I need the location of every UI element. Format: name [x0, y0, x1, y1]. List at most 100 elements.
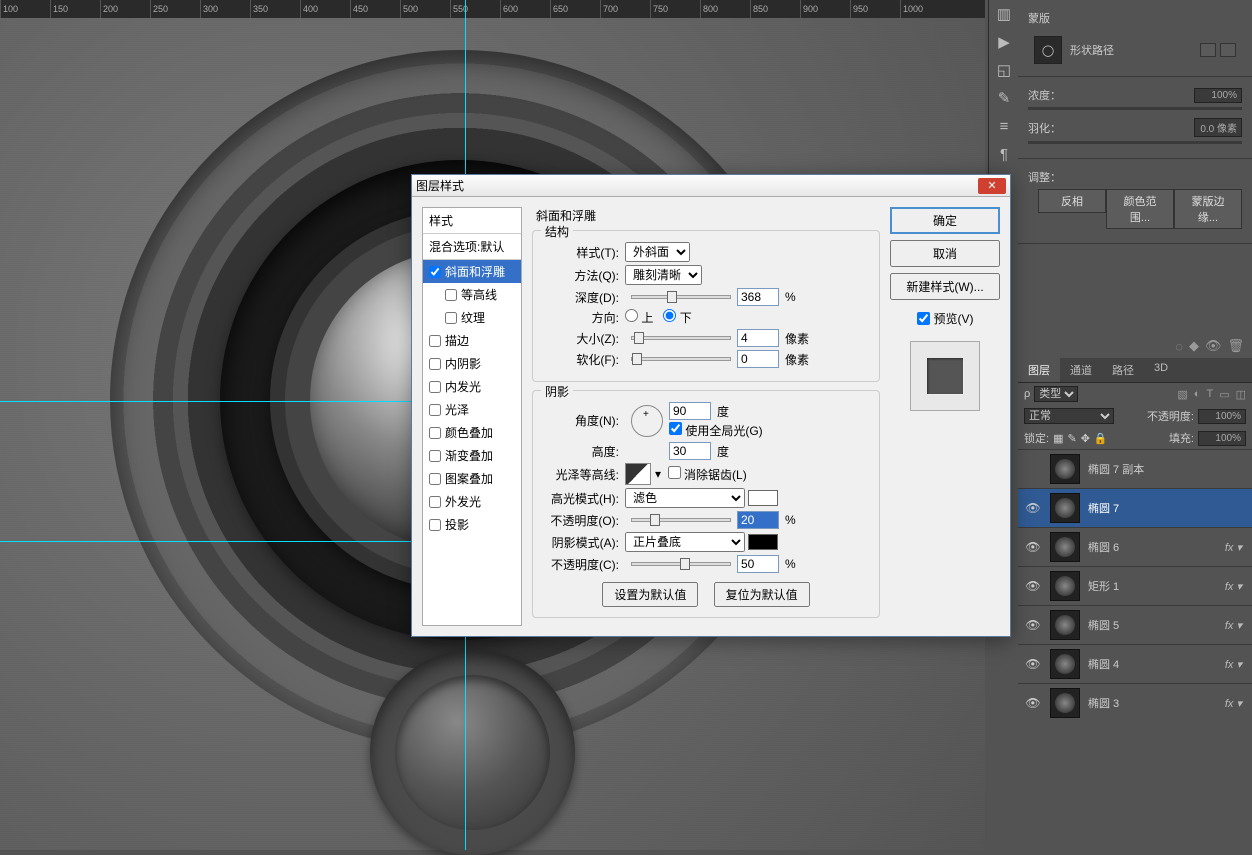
density-value[interactable]: 100% — [1194, 88, 1242, 103]
soften-input[interactable] — [737, 350, 779, 368]
shadow-color-swatch[interactable] — [748, 534, 778, 550]
invert-button[interactable]: 反相 — [1038, 189, 1106, 213]
visibility-eye-icon[interactable]: 👁 — [1024, 501, 1042, 515]
filter-kind-select[interactable]: 类型 — [1034, 386, 1078, 402]
ok-button[interactable]: 确定 — [890, 207, 1000, 234]
layer-thumbnail[interactable] — [1050, 649, 1080, 679]
preview-checkbox[interactable] — [917, 312, 930, 325]
new-style-button[interactable]: 新建样式(W)... — [890, 273, 1000, 300]
filter-smart-icon[interactable]: ◫ — [1236, 388, 1246, 401]
layer-row[interactable]: 👁椭圆 4fx ▾ — [1018, 644, 1252, 683]
layer-row[interactable]: 👁椭圆 7 — [1018, 488, 1252, 527]
vector-mask-icon[interactable] — [1220, 43, 1236, 57]
lock-position-icon[interactable]: ✥ — [1081, 432, 1090, 445]
shadow-opacity-input[interactable] — [737, 555, 779, 573]
layer-thumbnail[interactable] — [1050, 571, 1080, 601]
highlight-mode-select[interactable]: 滤色 — [625, 488, 745, 508]
navigator-icon[interactable]: ◱ — [989, 56, 1019, 84]
soften-slider[interactable] — [631, 357, 731, 361]
style-type-select[interactable]: 外斜面 — [625, 242, 690, 262]
pixel-mask-icon[interactable] — [1200, 43, 1216, 57]
antialias-checkbox[interactable]: 消除锯齿(L) — [668, 466, 747, 483]
feather-value[interactable]: 0.0 像素 — [1194, 118, 1242, 137]
visibility-eye-icon[interactable]: 👁 — [1024, 657, 1042, 671]
layer-row[interactable]: 椭圆 7 副本 — [1018, 449, 1252, 488]
eye-icon[interactable]: 👁 — [1205, 338, 1222, 354]
style-item[interactable]: 外发光 — [423, 490, 521, 513]
tab-channels[interactable]: 通道 — [1060, 358, 1102, 382]
style-item[interactable]: 内阴影 — [423, 352, 521, 375]
gloss-contour-picker[interactable] — [625, 463, 651, 485]
paragraph-icon[interactable]: ¶ — [989, 140, 1019, 168]
adjustments-icon[interactable]: ≡ — [989, 112, 1019, 140]
lock-all-icon[interactable]: 🔒 — [1094, 432, 1108, 445]
play-icon[interactable]: ▶ — [989, 28, 1019, 56]
cancel-button[interactable]: 取消 — [890, 240, 1000, 267]
mask-edge-button[interactable]: 蒙版边缘... — [1174, 189, 1242, 229]
layer-thumbnail[interactable] — [1050, 688, 1080, 718]
fx-indicator[interactable]: fx ▾ — [1225, 697, 1246, 710]
lock-paint-icon[interactable]: ✎ — [1067, 432, 1076, 445]
apply-mask-icon[interactable]: ◆ — [1189, 338, 1199, 354]
blending-options[interactable]: 混合选项:默认 — [423, 234, 521, 260]
styles-header[interactable]: 样式 — [423, 208, 521, 234]
depth-slider[interactable] — [631, 295, 731, 299]
opacity-value[interactable]: 100% — [1198, 409, 1246, 424]
direction-up-radio[interactable]: 上 — [625, 309, 653, 326]
make-default-button[interactable]: 设置为默认值 — [602, 582, 698, 607]
layer-thumbnail[interactable] — [1050, 454, 1080, 484]
layer-thumbnail[interactable] — [1050, 493, 1080, 523]
fx-indicator[interactable]: fx ▾ — [1225, 580, 1246, 593]
reset-default-button[interactable]: 复位为默认值 — [714, 582, 810, 607]
fx-indicator[interactable]: fx ▾ — [1225, 619, 1246, 632]
feather-slider[interactable] — [1028, 141, 1242, 144]
visibility-eye-icon[interactable]: 👁 — [1024, 618, 1042, 632]
layer-row[interactable]: 👁椭圆 3fx ▾ — [1018, 683, 1252, 722]
style-item[interactable]: 描边 — [423, 329, 521, 352]
highlight-opacity-slider[interactable] — [631, 518, 731, 522]
fx-indicator[interactable]: fx ▾ — [1225, 541, 1246, 554]
style-item[interactable]: 等高线 — [423, 283, 521, 306]
visibility-eye-icon[interactable]: 👁 — [1024, 696, 1042, 710]
style-item[interactable]: 纹理 — [423, 306, 521, 329]
shadow-mode-select[interactable]: 正片叠底 — [625, 532, 745, 552]
visibility-eye-icon[interactable]: 👁 — [1024, 540, 1042, 554]
style-item[interactable]: 内发光 — [423, 375, 521, 398]
size-input[interactable] — [737, 329, 779, 347]
fx-indicator[interactable]: fx ▾ — [1225, 658, 1246, 671]
style-item[interactable]: 颜色叠加 — [423, 421, 521, 444]
layer-thumbnail[interactable] — [1050, 610, 1080, 640]
tab-3d[interactable]: 3D — [1144, 358, 1178, 382]
blend-mode-select[interactable]: 正常 — [1024, 408, 1114, 424]
style-item[interactable]: 斜面和浮雕 — [423, 260, 521, 283]
layer-thumbnail[interactable] — [1050, 532, 1080, 562]
trash-icon[interactable]: 🗑 — [1227, 338, 1244, 354]
load-selection-icon[interactable]: ◌ — [1175, 339, 1183, 354]
layer-row[interactable]: 👁椭圆 5fx ▾ — [1018, 605, 1252, 644]
technique-select[interactable]: 雕刻清晰 — [625, 265, 702, 285]
highlight-opacity-input[interactable] — [737, 511, 779, 529]
color-range-button[interactable]: 颜色范围... — [1106, 189, 1174, 229]
filter-type-icon[interactable]: T — [1206, 388, 1213, 401]
filter-shape-icon[interactable]: ▭ — [1219, 388, 1229, 401]
close-icon[interactable]: ✕ — [978, 178, 1006, 194]
global-light-checkbox[interactable]: 使用全局光(G) — [669, 424, 763, 438]
density-slider[interactable] — [1028, 107, 1242, 110]
filter-image-icon[interactable]: ▧ — [1177, 388, 1187, 401]
dialog-titlebar[interactable]: 图层样式 ✕ — [412, 175, 1010, 197]
style-item[interactable]: 图案叠加 — [423, 467, 521, 490]
brush-icon[interactable]: ✎ — [989, 84, 1019, 112]
depth-input[interactable] — [737, 288, 779, 306]
filter-adjust-icon[interactable]: ◐ — [1194, 388, 1201, 401]
lock-transparency-icon[interactable]: ▦ — [1053, 432, 1063, 445]
direction-down-radio[interactable]: 下 — [663, 309, 691, 326]
tab-paths[interactable]: 路径 — [1102, 358, 1144, 382]
style-item[interactable]: 投影 — [423, 513, 521, 536]
histogram-icon[interactable]: ▥ — [989, 0, 1019, 28]
layer-row[interactable]: 👁椭圆 6fx ▾ — [1018, 527, 1252, 566]
style-item[interactable]: 渐变叠加 — [423, 444, 521, 467]
shadow-opacity-slider[interactable] — [631, 562, 731, 566]
altitude-input[interactable] — [669, 442, 711, 460]
angle-input[interactable] — [669, 402, 711, 420]
angle-control[interactable] — [631, 405, 663, 437]
